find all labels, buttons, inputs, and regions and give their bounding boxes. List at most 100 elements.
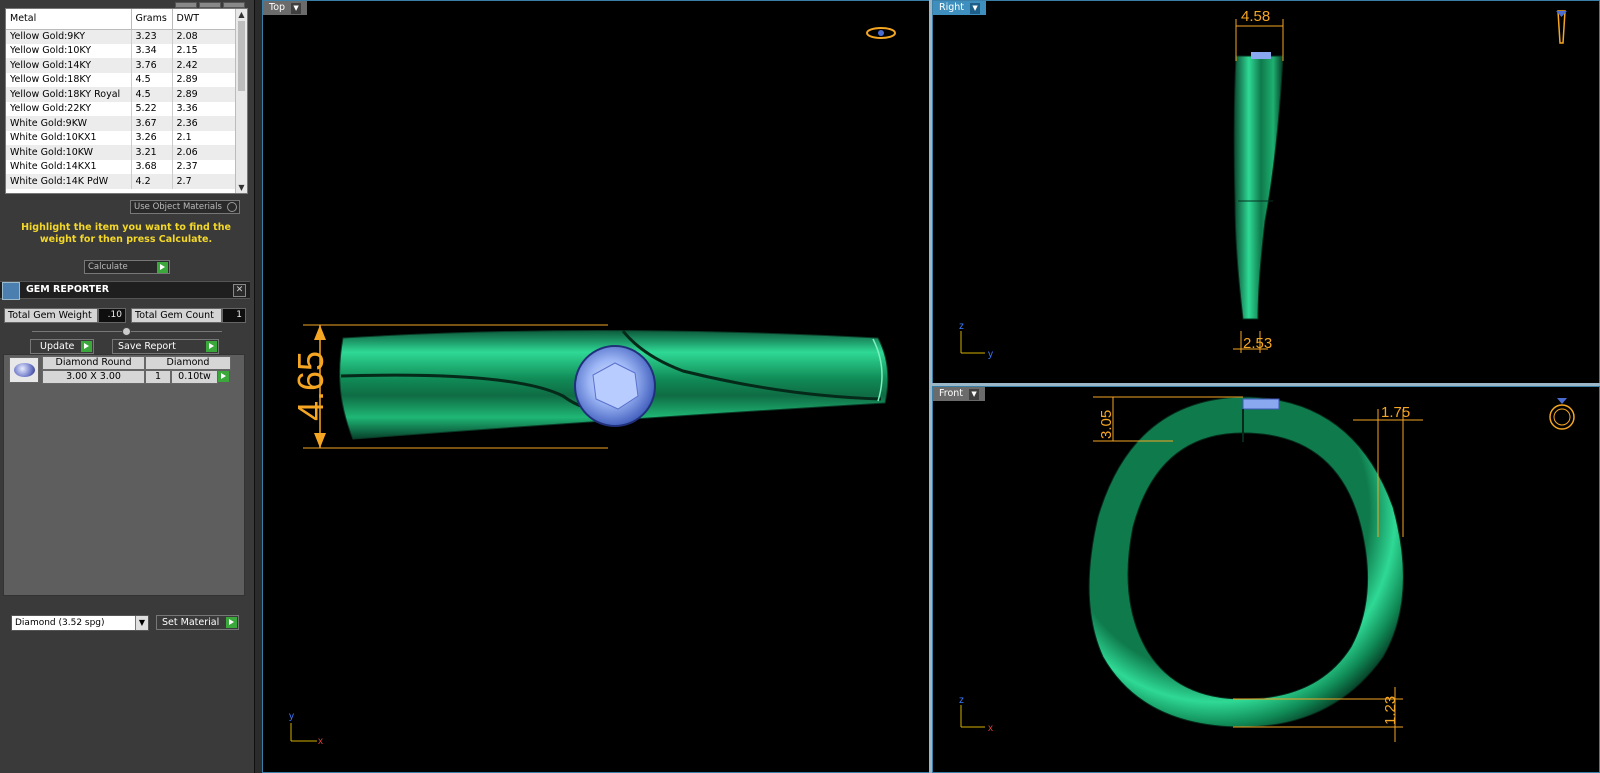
ring-front-shape bbox=[1088, 396, 1404, 728]
axis-z-label: z bbox=[959, 321, 964, 332]
dwt-cell: 2.15 bbox=[172, 43, 237, 58]
grams-cell: 4.5 bbox=[131, 87, 173, 102]
gem-list: Diamond Round Diamond 3.00 X 3.00 1 0.10… bbox=[3, 354, 245, 596]
table-row[interactable]: Yellow Gold:10KY 3.34 2.15 bbox=[6, 43, 237, 58]
metal-cell: White Gold:10KX1 bbox=[6, 130, 132, 145]
material-select-value: Diamond (3.52 spg) bbox=[15, 618, 105, 628]
axis-y-label: y bbox=[289, 711, 294, 722]
scroll-down-icon[interactable]: ▼ bbox=[236, 182, 247, 193]
dwt-cell: 2.06 bbox=[172, 145, 237, 160]
metal-weight-table: Metal Grams DWT Yellow Gold:9KY 3.23 2.08 Y… bbox=[5, 8, 248, 194]
right-viewport[interactable]: Right ▼ 4.58 2.53 z y bbox=[932, 0, 1600, 385]
gem-top bbox=[1242, 398, 1280, 410]
metal-cell: Yellow Gold:18KY Royal bbox=[6, 87, 132, 102]
grams-cell: 3.67 bbox=[131, 116, 173, 131]
calculate-button[interactable]: Calculate bbox=[84, 260, 170, 274]
instructions-text: Highlight the item you want to find the … bbox=[21, 222, 231, 245]
play-icon[interactable] bbox=[218, 371, 229, 382]
top-viewport[interactable]: Top ▼ 4.65 y x bbox=[262, 0, 931, 773]
metal-cell: Yellow Gold:18KY bbox=[6, 72, 132, 87]
dimension-right: 1.75 bbox=[1381, 404, 1410, 421]
front-view-canvas: 3.05 1.75 1.23 z x bbox=[959, 396, 1575, 742]
scroll-up-icon[interactable]: ▲ bbox=[236, 9, 247, 20]
dwt-cell: 2.37 bbox=[172, 159, 237, 174]
table-row[interactable]: Yellow Gold:9KY 3.23 2.08 bbox=[6, 29, 237, 44]
play-icon bbox=[157, 262, 168, 273]
right-view-canvas: 4.58 2.53 z y bbox=[959, 8, 1567, 360]
gem-weight-cell[interactable]: 0.10tw bbox=[171, 370, 218, 384]
grams-cell: 3.21 bbox=[131, 145, 173, 160]
col-dwt[interactable]: DWT bbox=[172, 9, 237, 30]
save-report-label: Save Report bbox=[118, 341, 176, 352]
ring-side-profile bbox=[1233, 55, 1284, 320]
viewport-splitter-vertical[interactable] bbox=[929, 0, 932, 773]
save-report-button[interactable]: Save Report bbox=[112, 339, 219, 354]
dwt-cell: 2.89 bbox=[172, 72, 237, 87]
diamond-round-icon[interactable] bbox=[9, 357, 39, 383]
axis-z-label: z bbox=[959, 695, 964, 706]
total-gem-count-value: 1 bbox=[222, 308, 246, 323]
dwt-cell: 2.08 bbox=[172, 29, 237, 44]
material-select[interactable]: Diamond (3.52 spg) ▼ bbox=[11, 615, 149, 631]
metal-cell: White Gold:14K PdW bbox=[6, 174, 132, 189]
panel-slider-handle[interactable] bbox=[122, 327, 131, 336]
gem-count-cell[interactable]: 1 bbox=[145, 370, 171, 384]
grams-cell: 3.23 bbox=[131, 29, 173, 44]
chevron-down-icon[interactable]: ▼ bbox=[135, 616, 148, 630]
metal-cell: White Gold:9KW bbox=[6, 116, 132, 131]
dwt-cell: 3.36 bbox=[172, 101, 237, 116]
dwt-cell: 2.7 bbox=[172, 174, 237, 189]
metal-table-scrollbar[interactable]: ▲ ▼ bbox=[235, 9, 247, 193]
total-gem-count-label: Total Gem Count bbox=[131, 308, 222, 323]
play-icon bbox=[206, 341, 217, 352]
toggle-icon bbox=[227, 202, 237, 212]
gem-size-cell[interactable]: 3.00 X 3.00 bbox=[42, 370, 145, 384]
grams-cell: 4.2 bbox=[131, 174, 173, 189]
grams-cell: 3.68 bbox=[131, 159, 173, 174]
play-icon bbox=[226, 617, 237, 628]
front-viewport[interactable]: Front ▼ 3.05 1.75 1.23 z x bbox=[932, 386, 1600, 773]
table-row[interactable]: White Gold:10KW 3.21 2.06 bbox=[6, 145, 237, 160]
dimension-top: 4.58 bbox=[1241, 8, 1270, 25]
dwt-cell: 2.89 bbox=[172, 87, 237, 102]
col-grams[interactable]: Grams bbox=[131, 9, 173, 30]
gem-reporter-icon bbox=[2, 282, 20, 300]
total-gem-weight-label: Total Gem Weight bbox=[4, 308, 98, 323]
metal-cell: White Gold:14KX1 bbox=[6, 159, 132, 174]
grams-cell: 3.34 bbox=[131, 43, 173, 58]
table-row[interactable]: Yellow Gold:18KY Royal 4.5 2.89 bbox=[6, 87, 237, 102]
gem-type-cell[interactable]: Diamond bbox=[145, 356, 231, 370]
metal-cell: Yellow Gold:10KY bbox=[6, 43, 132, 58]
set-material-button[interactable]: Set Material bbox=[156, 615, 239, 630]
table-row[interactable]: Yellow Gold:18KY 4.5 2.89 bbox=[6, 72, 237, 87]
gem-top bbox=[1251, 52, 1271, 59]
table-row[interactable]: Yellow Gold:22KY 5.22 3.36 bbox=[6, 101, 237, 116]
play-icon bbox=[81, 341, 92, 352]
table-row[interactable]: Yellow Gold:14KY 3.76 2.42 bbox=[6, 58, 237, 73]
table-row[interactable]: White Gold:9KW 3.67 2.36 bbox=[6, 116, 237, 131]
close-icon[interactable]: ✕ bbox=[233, 284, 246, 297]
set-material-label: Set Material bbox=[162, 617, 220, 628]
gem-reporter-title: GEM REPORTER bbox=[26, 284, 110, 295]
use-object-materials-label: Use Object Materials bbox=[134, 202, 222, 212]
metal-cell: Yellow Gold:14KY bbox=[6, 58, 132, 73]
metal-cell: White Gold:10KW bbox=[6, 145, 132, 160]
table-row[interactable]: White Gold:10KX1 3.26 2.1 bbox=[6, 130, 237, 145]
col-metal[interactable]: Metal bbox=[6, 9, 132, 30]
dimension-left: 3.05 bbox=[1098, 410, 1115, 439]
update-button[interactable]: Update bbox=[30, 339, 94, 354]
use-object-materials-button[interactable]: Use Object Materials bbox=[130, 200, 240, 214]
axis-x-label: x bbox=[988, 723, 993, 734]
metal-cell: Yellow Gold:22KY bbox=[6, 101, 132, 116]
grams-cell: 4.5 bbox=[131, 72, 173, 87]
gem-name-cell[interactable]: Diamond Round bbox=[42, 356, 145, 370]
table-row[interactable]: White Gold:14KX1 3.68 2.37 bbox=[6, 159, 237, 174]
top-toolbar-buttons[interactable] bbox=[175, 0, 247, 8]
viewport-splitter-horizontal[interactable] bbox=[932, 383, 1600, 386]
table-row[interactable]: White Gold:14K PdW 4.2 2.7 bbox=[6, 174, 237, 189]
calculate-label: Calculate bbox=[88, 262, 128, 272]
dimension-width: 4.65 bbox=[290, 351, 331, 421]
dimension-bottom: 1.23 bbox=[1382, 696, 1399, 725]
scroll-thumb[interactable] bbox=[238, 21, 245, 91]
dimension-bottom: 2.53 bbox=[1243, 335, 1272, 352]
